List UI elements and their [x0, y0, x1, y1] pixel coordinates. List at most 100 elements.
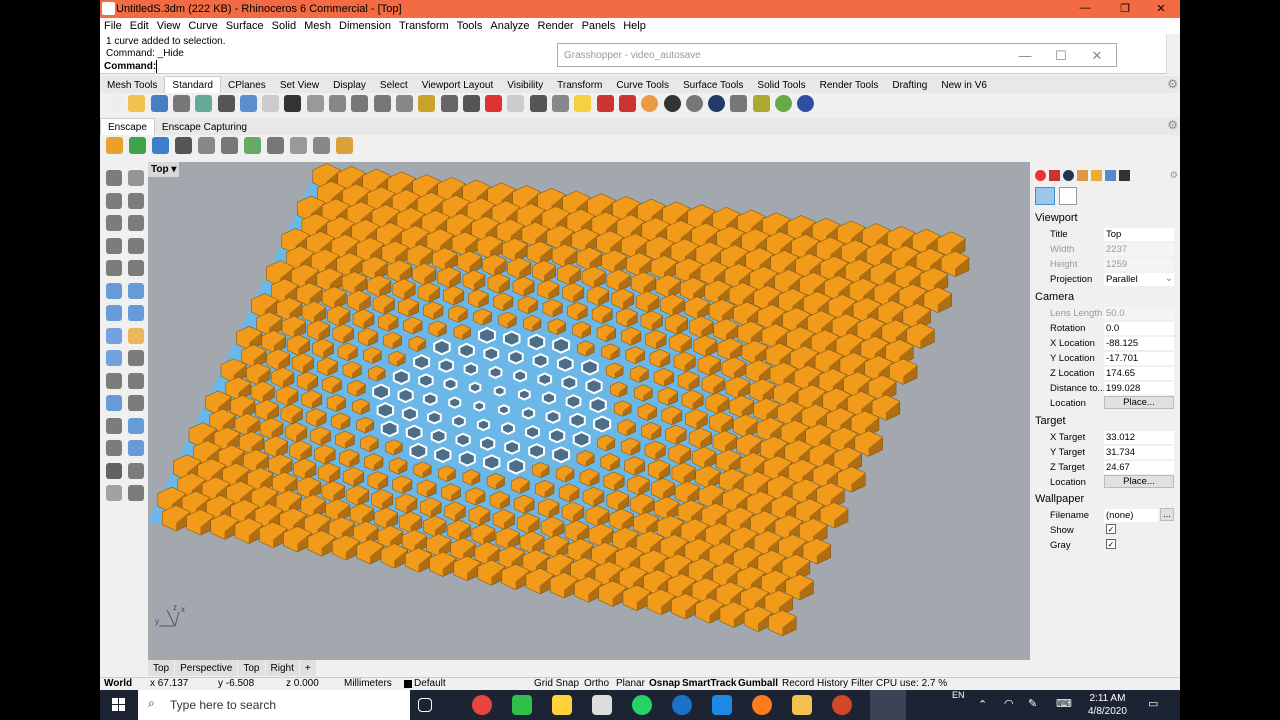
render-sphere-icon[interactable]: [663, 95, 681, 112]
menu-curve[interactable]: Curve: [184, 18, 221, 32]
menu-panels[interactable]: Panels: [578, 18, 620, 32]
gh-minimize-icon[interactable]: —: [1010, 48, 1040, 63]
gh-maximize-icon[interactable]: ☐: [1046, 48, 1076, 64]
tab-enscape[interactable]: Enscape: [100, 118, 155, 135]
text-tool-icon[interactable]: [128, 417, 144, 434]
record-history-toggle[interactable]: Record History: [782, 678, 848, 689]
menu-surface[interactable]: Surface: [222, 18, 268, 32]
tab-select[interactable]: Select: [373, 77, 415, 94]
panel-gear-icon[interactable]: ⚙: [1169, 170, 1178, 181]
filename-field[interactable]: (none): [1104, 509, 1158, 522]
pan-icon[interactable]: [306, 95, 324, 112]
tab-render-tools[interactable]: Render Tools: [813, 77, 886, 94]
filter-toggle[interactable]: Filter: [851, 678, 873, 689]
circle-tool-icon[interactable]: [128, 215, 144, 231]
layer-icon[interactable]: [596, 95, 614, 112]
tab-visibility[interactable]: Visibility: [500, 77, 550, 94]
check-tool-icon[interactable]: [106, 462, 122, 479]
sticky-notes-icon[interactable]: [552, 695, 572, 715]
zloc-field[interactable]: 174.65: [1104, 367, 1174, 380]
gh-close-icon[interactable]: ✕: [1082, 48, 1112, 64]
wifi-icon[interactable]: ◠: [1004, 697, 1014, 710]
rhino-taskbar-icon[interactable]: [870, 690, 906, 720]
tab-drafting[interactable]: Drafting: [885, 77, 934, 94]
gray-checkbox[interactable]: ✓: [1106, 539, 1116, 549]
enscape-sliders-icon[interactable]: [290, 137, 307, 154]
zoom-window-icon[interactable]: [373, 95, 391, 112]
polyline-tool-icon[interactable]: [106, 192, 122, 209]
line-tool-icon[interactable]: [128, 192, 144, 209]
top-viewport[interactable]: Top ▾ x z y: [148, 162, 1030, 660]
menu-dimension[interactable]: Dimension: [335, 18, 395, 32]
redraw-icon[interactable]: [440, 95, 458, 112]
gumball-toggle[interactable]: Gumball: [738, 678, 778, 689]
close-button[interactable]: ✕: [1146, 2, 1176, 15]
menu-mesh[interactable]: Mesh: [300, 18, 335, 32]
target-place-button[interactable]: Place...: [1104, 475, 1174, 488]
toolbar-gear-icon[interactable]: ⚙: [1167, 77, 1178, 91]
material-icon[interactable]: [618, 95, 636, 112]
sphere-tool-icon[interactable]: [128, 305, 144, 321]
menu-solid[interactable]: Solid: [268, 18, 300, 32]
enscape-info-icon[interactable]: [336, 137, 353, 154]
maximize-button[interactable]: ❐: [1110, 2, 1140, 15]
grid-snap-toggle[interactable]: Grid Snap: [534, 678, 579, 689]
arc-tool-icon[interactable]: [106, 215, 122, 231]
enscape-refresh-icon[interactable]: [129, 137, 146, 154]
display-icon[interactable]: [1105, 170, 1116, 181]
explode-tool-icon[interactable]: [106, 350, 122, 366]
osnap-toggle[interactable]: Osnap: [649, 678, 680, 689]
cylinder-tool-icon[interactable]: [106, 327, 122, 344]
menu-transform[interactable]: Transform: [395, 18, 453, 32]
tab-solid-tools[interactable]: Solid Tools: [750, 77, 812, 94]
keyboard-icon[interactable]: ⌨: [1056, 697, 1072, 710]
four-viewports-icon[interactable]: [462, 95, 480, 112]
firefox-icon[interactable]: [752, 695, 772, 715]
unlock-icon[interactable]: [552, 95, 569, 112]
notification-icon[interactable]: ▭: [1148, 697, 1158, 710]
object-properties-icon[interactable]: [1035, 170, 1046, 181]
boolean-tool-icon[interactable]: [128, 327, 144, 344]
dimension-tool-icon[interactable]: [106, 440, 122, 456]
color-wheel-icon[interactable]: [641, 95, 659, 112]
viewport-tab-top[interactable]: Top: [238, 660, 265, 676]
help-icon[interactable]: [797, 95, 815, 112]
yloc-field[interactable]: -17.701: [1104, 352, 1174, 365]
ztarget-field[interactable]: 24.67: [1104, 461, 1174, 474]
env-sphere-icon[interactable]: [708, 95, 726, 112]
move-icon[interactable]: [730, 95, 748, 112]
shaded-sphere-icon[interactable]: [685, 95, 703, 112]
hide-icon[interactable]: [485, 95, 503, 112]
viewport-tab-right[interactable]: Right: [265, 660, 299, 676]
fillet-tool-icon[interactable]: [128, 350, 144, 366]
language-indicator[interactable]: EN: [952, 690, 965, 700]
array-tool-icon[interactable]: [106, 417, 122, 434]
tab-enscape-capturing[interactable]: Enscape Capturing: [155, 119, 254, 136]
tab-set-view[interactable]: Set View: [273, 77, 326, 94]
new-file-icon[interactable]: [106, 95, 123, 112]
scale-tool-icon[interactable]: [106, 395, 122, 411]
surface-tool-icon[interactable]: [106, 282, 122, 299]
folder-icon[interactable]: [1091, 170, 1102, 181]
rectangle-tool-icon[interactable]: [128, 237, 144, 254]
menu-tools[interactable]: Tools: [453, 18, 487, 32]
zoom-selected-icon[interactable]: [418, 95, 436, 112]
enscape-vr-icon[interactable]: [313, 137, 330, 154]
menu-edit[interactable]: Edit: [126, 18, 153, 32]
print-icon[interactable]: [172, 95, 190, 112]
tab-curve-tools[interactable]: Curve Tools: [609, 77, 676, 94]
add-viewport-tab-icon[interactable]: +: [299, 660, 316, 676]
enscape-asset-library-icon[interactable]: [244, 137, 261, 154]
analysis-tool-icon[interactable]: [106, 485, 122, 501]
camtasia-icon[interactable]: [512, 695, 532, 715]
copy-icon[interactable]: [239, 95, 257, 112]
powerpoint-icon[interactable]: [832, 695, 852, 715]
mirror-tool-icon[interactable]: [128, 395, 144, 411]
tab-new-in-v6[interactable]: New in V6: [934, 77, 994, 94]
ellipse-tool-icon[interactable]: [106, 237, 122, 254]
grasshopper-window[interactable]: Grasshopper - video_autosave — ☐ ✕: [557, 43, 1117, 67]
viewport-label[interactable]: Top ▾: [148, 162, 180, 177]
tab-viewport-layout[interactable]: Viewport Layout: [415, 77, 501, 94]
rotation-field[interactable]: 0.0: [1104, 322, 1174, 335]
gumball-tool-icon[interactable]: [128, 440, 144, 456]
